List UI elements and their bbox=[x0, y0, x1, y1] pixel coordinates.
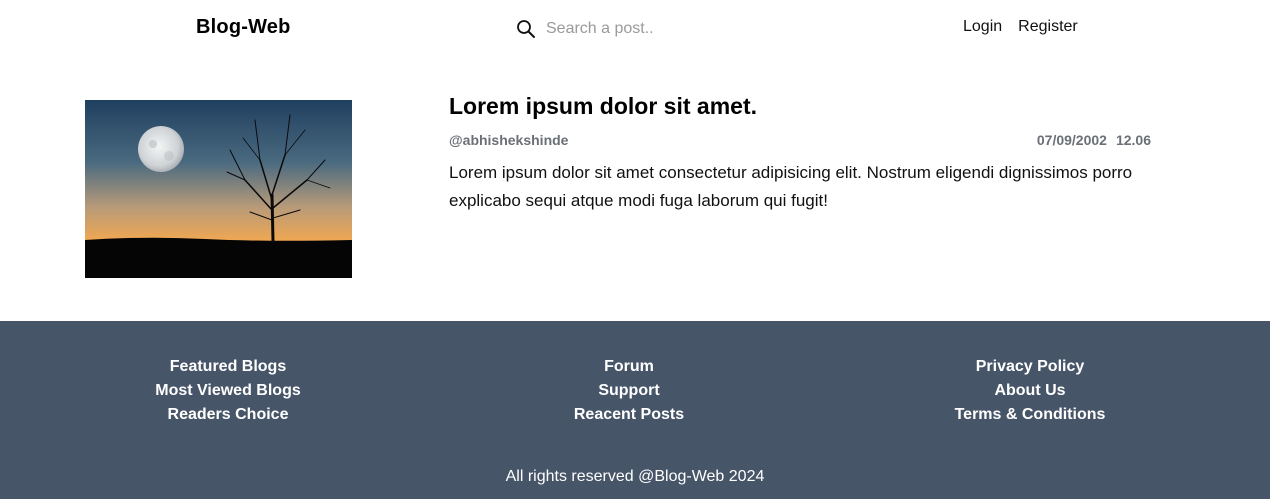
post-excerpt: Lorem ipsum dolor sit amet consectetur a… bbox=[449, 163, 1133, 210]
post-meta: 07/09/2002 12.06 bbox=[1037, 132, 1151, 148]
footer-link-readers-choice[interactable]: Readers Choice bbox=[98, 403, 358, 427]
register-link[interactable]: Register bbox=[1018, 18, 1078, 36]
brand-logo[interactable]: Blog-Web bbox=[196, 16, 291, 39]
post-card: Lorem ipsum dolor sit amet. @abhishekshi… bbox=[0, 58, 1270, 321]
navbar: Blog-Web Login Register bbox=[0, 0, 1270, 58]
copyright-text: All rights reserved @Blog-Web 2024 bbox=[505, 468, 765, 485]
search-input[interactable] bbox=[546, 20, 746, 38]
footer-link-support[interactable]: Support bbox=[499, 379, 759, 403]
post-author[interactable]: @abhishekshinde bbox=[449, 132, 568, 148]
post-time: 12.06 bbox=[1115, 132, 1151, 148]
login-link[interactable]: Login bbox=[963, 18, 1002, 36]
post-date: 07/09/2002 bbox=[1036, 132, 1107, 148]
search-icon[interactable] bbox=[516, 19, 536, 39]
footer-column-blogs: Featured Blogs Most Viewed Blogs Readers… bbox=[98, 355, 358, 427]
search-bar bbox=[516, 16, 746, 42]
footer-column-community: Forum Support Reacent Posts bbox=[499, 355, 759, 427]
footer-column-legal: Privacy Policy About Us Terms & Conditio… bbox=[900, 355, 1160, 427]
footer-link-featured-blogs[interactable]: Featured Blogs bbox=[98, 355, 358, 379]
post-title[interactable]: Lorem ipsum dolor sit amet. bbox=[449, 93, 757, 120]
footer-link-recent-posts[interactable]: Reacent Posts bbox=[499, 403, 759, 427]
footer-link-about-us[interactable]: About Us bbox=[900, 379, 1160, 403]
footer-link-terms-conditions[interactable]: Terms & Conditions bbox=[900, 403, 1160, 427]
post-thumbnail[interactable] bbox=[85, 100, 352, 278]
footer: Featured Blogs Most Viewed Blogs Readers… bbox=[0, 321, 1270, 499]
footer-link-forum[interactable]: Forum bbox=[499, 355, 759, 379]
footer-link-most-viewed-blogs[interactable]: Most Viewed Blogs bbox=[98, 379, 358, 403]
auth-links: Login Register bbox=[963, 18, 1078, 36]
footer-link-privacy-policy[interactable]: Privacy Policy bbox=[900, 355, 1160, 379]
